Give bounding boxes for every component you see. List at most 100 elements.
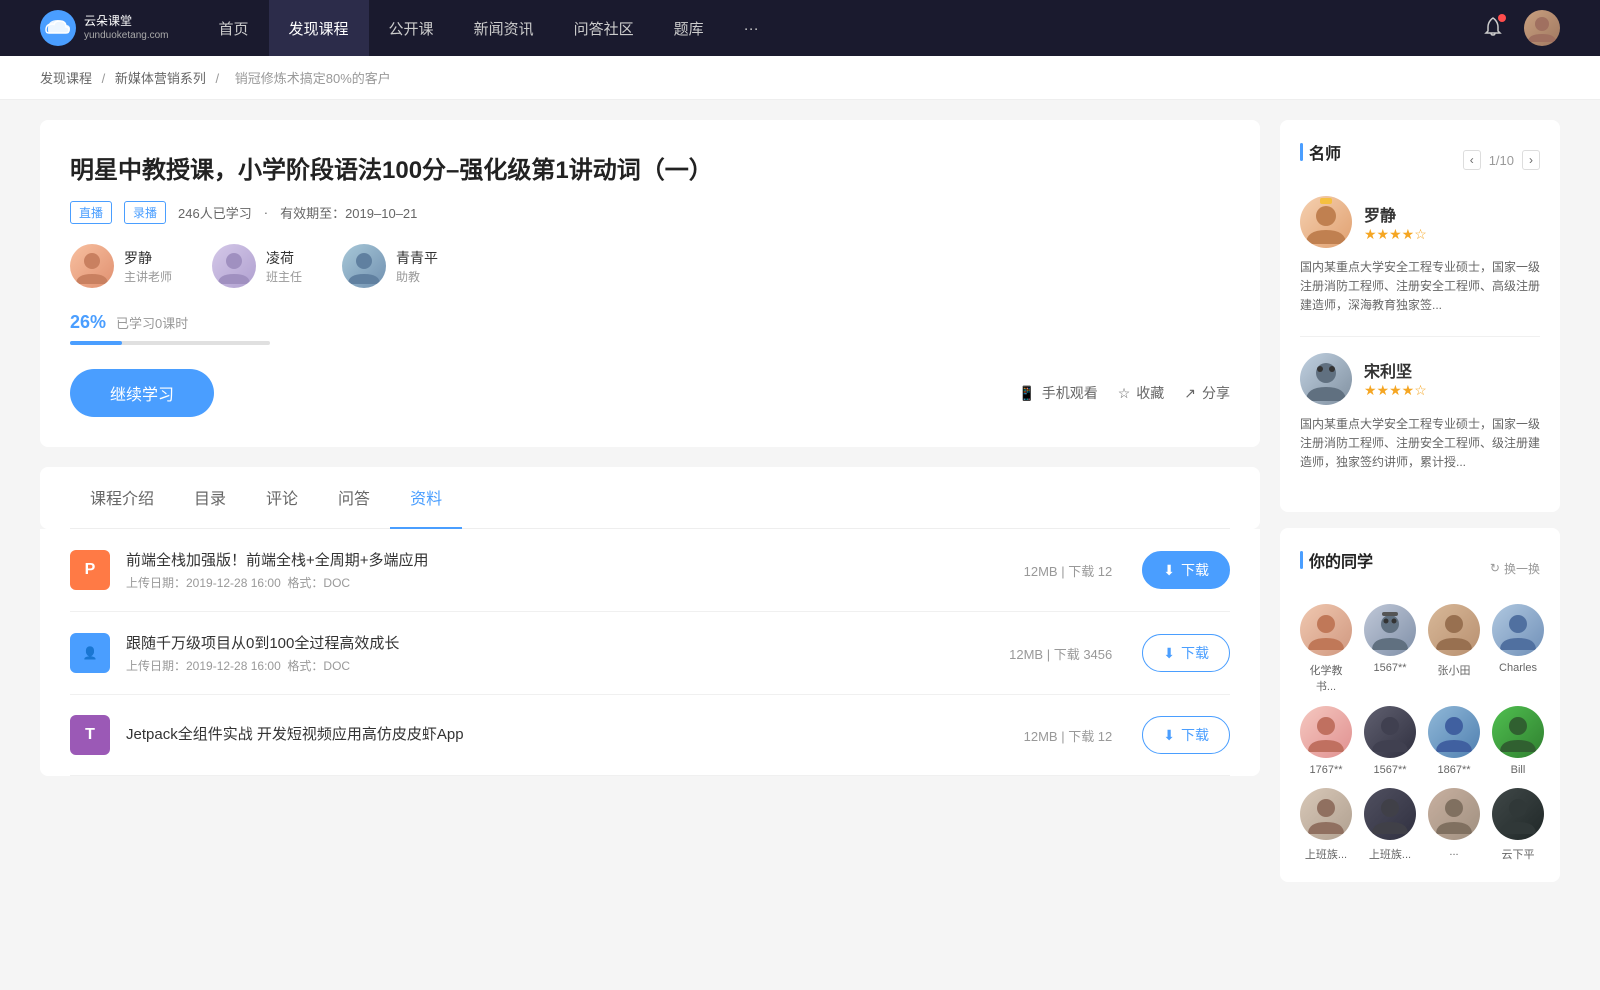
course-header-card: 明星中教授课，小学阶段语法100分–强化级第1讲动词（一） 直播 录播 246人…: [40, 120, 1260, 447]
teachers-next-button[interactable]: ›: [1522, 150, 1540, 170]
classmate-8-name: 上班族...: [1305, 846, 1347, 862]
resource-0-stats: 12MB | 下载 12: [1024, 561, 1113, 580]
classmate-1-avatar: [1364, 604, 1416, 656]
classmate-10-avatar: [1428, 788, 1480, 840]
mobile-watch-button[interactable]: 📱 手机观看: [1018, 383, 1097, 403]
teachers-prev-button[interactable]: ‹: [1463, 150, 1481, 170]
breadcrumb: 发现课程 / 新媒体营销系列 / 销冠修炼术搞定80%的客户: [0, 56, 1600, 100]
classmate-4[interactable]: 1767**: [1300, 706, 1352, 776]
resource-2-icon: T: [70, 715, 110, 755]
resource-1-stats: 12MB | 下载 3456: [1009, 644, 1112, 663]
classmate-0-avatar: [1300, 604, 1352, 656]
classmate-5[interactable]: 1567**: [1364, 706, 1416, 776]
classmate-11[interactable]: 云下平: [1492, 788, 1544, 862]
refresh-icon: ↻: [1490, 561, 1500, 575]
classmate-3-avatar: [1492, 604, 1544, 656]
student-count: 246人已学习: [178, 203, 252, 222]
classmate-10[interactable]: ...: [1428, 788, 1480, 862]
teachers-sidebar-nav: ‹ 1/10 ›: [1463, 150, 1540, 170]
classmate-5-name: 1567**: [1373, 764, 1406, 776]
nav-qa[interactable]: 问答社区: [554, 0, 654, 56]
share-button[interactable]: ↗ 分享: [1184, 383, 1230, 403]
favorite-button[interactable]: ☆ 收藏: [1118, 383, 1165, 403]
teacher-1-role: 班主任: [266, 268, 302, 285]
title-bar-2: [1300, 551, 1303, 569]
resource-1-download-button[interactable]: ⬇ 下载: [1142, 634, 1230, 672]
nav-more[interactable]: ···: [724, 0, 779, 56]
share-label: 分享: [1202, 383, 1230, 403]
download-icon: ⬇: [1163, 562, 1175, 579]
tab-intro[interactable]: 课程介绍: [70, 467, 174, 529]
classmate-0[interactable]: 化学教书...: [1300, 604, 1352, 694]
resource-1-icon: 👤: [70, 633, 110, 673]
header-right: [1482, 10, 1560, 46]
classmate-4-name: 1767**: [1309, 764, 1342, 776]
nav-discover[interactable]: 发现课程: [269, 0, 369, 56]
teacher-1-avatar: [212, 244, 256, 288]
classmate-8-avatar: [1300, 788, 1352, 840]
sidebar-teacher-0-desc: 国内某重点大学安全工程专业硕士，国家一级注册消防工程师、注册安全工程师、高级注册…: [1300, 258, 1540, 316]
sidebar-teacher-1-stars: ★★★★☆: [1364, 382, 1427, 399]
resource-2-download-button[interactable]: ⬇ 下载: [1142, 716, 1230, 754]
continue-learning-button[interactable]: 继续学习: [70, 369, 214, 417]
classmate-2[interactable]: 张小田: [1428, 604, 1480, 694]
classmate-2-name: 张小田: [1438, 662, 1471, 678]
resource-2-info: Jetpack全组件实战 开发短视频应用高仿皮皮虾App: [126, 723, 994, 748]
resource-item-1: 👤 跟随千万级项目从0到100全过程高效成长 上传日期：2019-12-28 1…: [70, 612, 1230, 695]
classmate-10-name: ...: [1449, 846, 1458, 858]
logo-label: 云朵课堂 yunduoketang.com: [84, 14, 169, 43]
main-nav: 首页 发现课程 公开课 新闻资讯 问答社区 题库 ···: [199, 0, 1482, 56]
tab-comments[interactable]: 评论: [246, 467, 318, 529]
teacher-0-role: 主讲老师: [124, 268, 172, 285]
nav-public[interactable]: 公开课: [369, 0, 454, 56]
teacher-2-role: 助教: [396, 268, 438, 285]
teachers-nav-text: 1/10: [1489, 153, 1514, 168]
classmate-1-name: 1567**: [1373, 662, 1406, 674]
classmate-8[interactable]: 上班族...: [1300, 788, 1352, 862]
teachers-list: 罗静 主讲老师 凌荷 班主任: [70, 244, 1230, 288]
teacher-0: 罗静 主讲老师: [70, 244, 172, 288]
resource-0-download-button[interactable]: ⬇ 下载: [1142, 551, 1230, 589]
classmate-5-avatar: [1364, 706, 1416, 758]
tab-resources[interactable]: 资料: [390, 467, 462, 529]
resource-0-icon: P: [70, 550, 110, 590]
nav-news[interactable]: 新闻资讯: [454, 0, 554, 56]
classmate-11-name: 云下平: [1502, 846, 1535, 862]
nav-exam[interactable]: 题库: [654, 0, 724, 56]
classmate-7[interactable]: Bill: [1492, 706, 1544, 776]
logo-icon: [40, 10, 76, 46]
classmate-6-name: 1867**: [1437, 764, 1470, 776]
progress-label: 26% 已学习0课时: [70, 312, 1230, 333]
progress-bar: [70, 341, 270, 345]
course-title: 明星中教授课，小学阶段语法100分–强化级第1讲动词（一）: [70, 150, 1230, 185]
classmates-sidebar-header: 你的同学 ↻ 换一换: [1300, 548, 1540, 588]
notification-bell[interactable]: [1482, 16, 1504, 41]
user-avatar[interactable]: [1524, 10, 1560, 46]
classmate-7-avatar: [1492, 706, 1544, 758]
resource-item-0: P 前端全栈加强版！前端全栈+全周期+多端应用 上传日期：2019-12-28 …: [70, 529, 1230, 612]
breadcrumb-link-discover[interactable]: 发现课程: [40, 71, 92, 86]
classmate-3[interactable]: Charles: [1492, 604, 1544, 694]
progress-desc: 已学习0课时: [116, 313, 188, 332]
classmates-refresh-button[interactable]: ↻ 换一换: [1490, 560, 1540, 577]
tab-qa[interactable]: 问答: [318, 467, 390, 529]
nav-home[interactable]: 首页: [199, 0, 269, 56]
tab-catalog[interactable]: 目录: [174, 467, 246, 529]
classmate-9[interactable]: 上班族...: [1364, 788, 1416, 862]
sidebar-teacher-1-header: 宋利坚 ★★★★☆: [1300, 353, 1540, 405]
secondary-actions: 📱 手机观看 ☆ 收藏 ↗ 分享: [1018, 383, 1230, 403]
course-actions: 继续学习 📱 手机观看 ☆ 收藏 ↗ 分享: [70, 369, 1230, 417]
classmate-3-name: Charles: [1499, 662, 1537, 674]
breadcrumb-link-series[interactable]: 新媒体营销系列: [115, 71, 206, 86]
classmate-1[interactable]: 1567**: [1364, 604, 1416, 694]
logo[interactable]: 云朵课堂 yunduoketang.com: [40, 10, 169, 46]
header: 云朵课堂 yunduoketang.com 首页 发现课程 公开课 新闻资讯 问…: [0, 0, 1600, 56]
classmate-6[interactable]: 1867**: [1428, 706, 1480, 776]
resource-0-title: 前端全栈加强版！前端全栈+全周期+多端应用: [126, 549, 994, 570]
progress-percent: 26%: [70, 312, 106, 333]
badge-live: 直播: [70, 201, 112, 224]
mobile-watch-label: 手机观看: [1042, 383, 1098, 403]
course-content: 明星中教授课，小学阶段语法100分–强化级第1讲动词（一） 直播 录播 246人…: [40, 120, 1260, 898]
teacher-2: 青青平 助教: [342, 244, 438, 288]
classmate-9-name: 上班族...: [1369, 846, 1411, 862]
